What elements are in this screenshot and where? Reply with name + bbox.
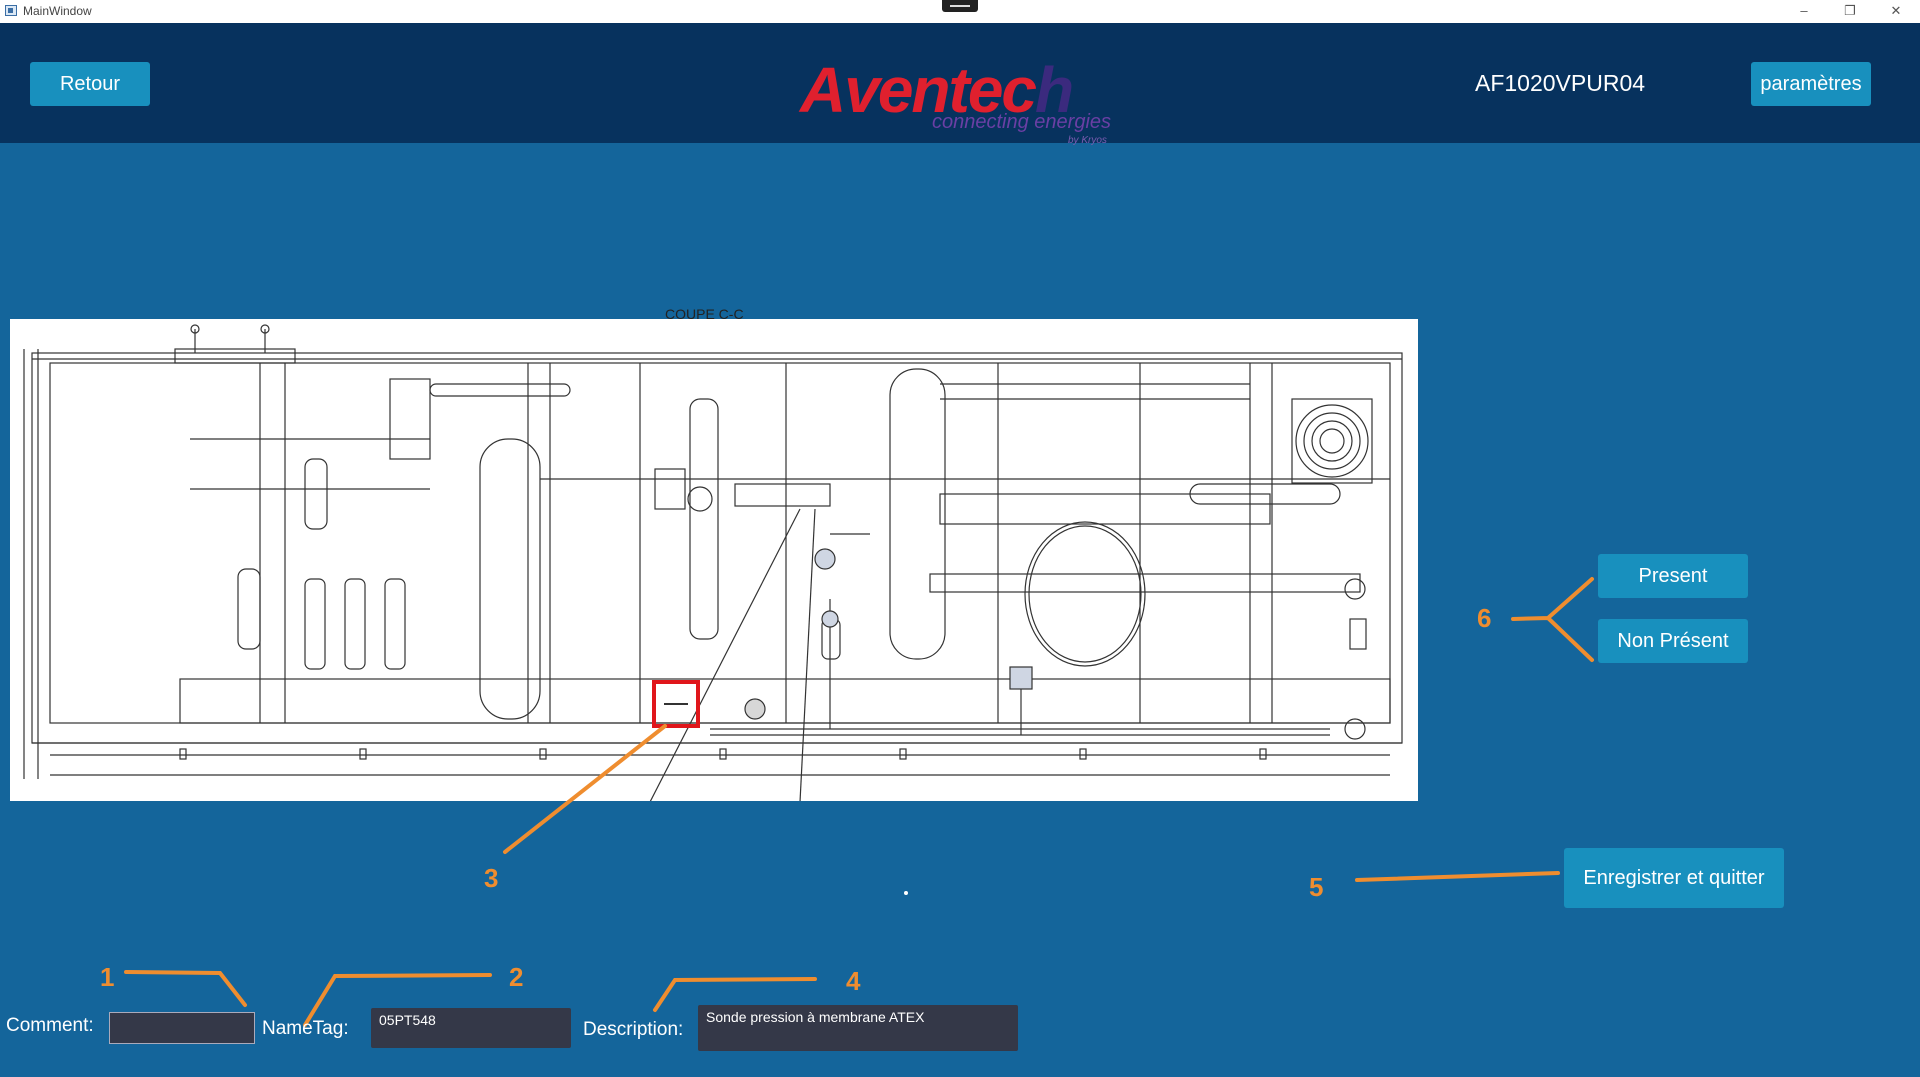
annotation-number-5: 5 (1309, 872, 1324, 902)
back-button[interactable]: Retour (30, 62, 150, 106)
aventech-logo: Aventech connecting energies by Kryos (800, 53, 1130, 153)
settings-button[interactable]: paramètres (1751, 62, 1871, 106)
description-label: Description: (583, 1019, 684, 1040)
app-window-icon (5, 5, 17, 16)
comment-input[interactable] (109, 1012, 255, 1044)
bottom-manifold (179, 678, 1391, 724)
minimize-button[interactable]: – (1781, 0, 1827, 23)
drag-grip-icon[interactable] (942, 0, 978, 12)
present-button[interactable]: Present (1598, 554, 1748, 598)
annotation-number-6: 6 (1477, 603, 1492, 633)
save-and-quit-button[interactable]: Enregistrer et quitter (1564, 848, 1784, 908)
container-frame (31, 352, 1403, 744)
vertical-tank-right (889, 368, 946, 660)
pipe-loop (1024, 521, 1146, 667)
app-header: Retour Aventech connecting energies by K… (0, 23, 1920, 146)
logo-tagline: connecting energies (932, 111, 1112, 133)
stray-dot (904, 891, 908, 895)
annotation-line-1 (124, 970, 247, 1007)
heat-exchanger-coil (1295, 404, 1369, 478)
not-present-button[interactable]: Non Présent (1598, 619, 1748, 663)
annotation-line-6 (1511, 577, 1594, 662)
comment-label: Comment: (6, 1015, 94, 1036)
restore-button[interactable]: ❐ (1827, 0, 1873, 23)
annotation-number-1: 1 (100, 962, 115, 992)
logo-byline: by Kryos (1068, 135, 1107, 146)
close-button[interactable]: ✕ (1873, 0, 1919, 23)
annotation-number-4: 4 (846, 966, 861, 996)
annotation-number-2: 2 (509, 962, 524, 992)
nametag-field[interactable]: 05PT548 (371, 1008, 571, 1048)
vertical-tank-left (479, 438, 541, 720)
window-titlebar: MainWindow – ❐ ✕ (0, 0, 1920, 23)
skid-bolts (179, 748, 1267, 760)
description-field[interactable]: Sonde pression à membrane ATEX (698, 1005, 1018, 1051)
machine-id-label: AF1020VPUR04 (1475, 70, 1646, 96)
annotation-number-3: 3 (484, 863, 499, 893)
pid-diagram (10, 319, 1418, 803)
annotation-line-5 (1355, 871, 1560, 882)
pid-drawing (23, 324, 1403, 803)
window-title: MainWindow (23, 4, 92, 18)
nametag-label: NameTag: (262, 1018, 349, 1039)
